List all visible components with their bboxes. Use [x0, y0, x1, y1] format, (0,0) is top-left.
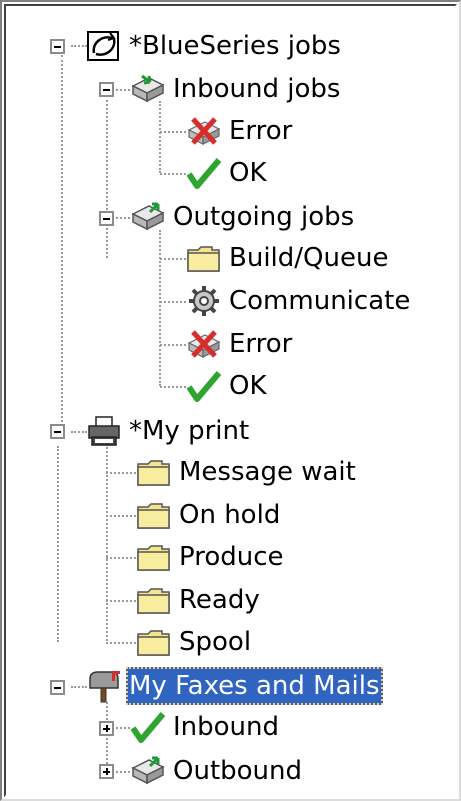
node-label: Error	[229, 116, 293, 146]
collapse-toggle-my-print[interactable]	[50, 424, 65, 439]
inbound-tray-icon	[131, 74, 165, 103]
tree-line	[71, 45, 87, 47]
node-label-selected: My Faxes and Mails	[126, 667, 383, 705]
outbound-tray-icon	[131, 756, 165, 785]
collapse-toggle-outgoing-jobs[interactable]	[99, 211, 114, 226]
expand-toggle-fm-outbound[interactable]	[99, 764, 114, 779]
node-label: OK	[229, 371, 267, 401]
node-label: On hold	[179, 500, 281, 530]
tree-line	[116, 727, 130, 729]
tree-line	[160, 344, 186, 346]
tree-line	[116, 771, 130, 773]
node-label: Inbound jobs	[173, 74, 341, 104]
printer-icon	[88, 416, 120, 446]
folder-icon	[137, 545, 170, 571]
mailbox-icon	[89, 671, 120, 703]
blueseries-icon	[87, 31, 119, 61]
tree-line	[57, 446, 59, 642]
tree-line	[106, 702, 108, 772]
tree-line	[160, 131, 186, 133]
collapse-toggle-inbound-jobs[interactable]	[99, 82, 114, 97]
tree-line	[159, 101, 161, 173]
tree-line	[61, 55, 63, 430]
checkmark-icon	[186, 371, 222, 402]
expand-toggle-fm-inbound[interactable]	[99, 721, 114, 736]
node-label: *BlueSeries jobs	[129, 31, 341, 61]
tree-line	[106, 95, 108, 258]
tree-line	[106, 642, 136, 644]
node-label: Message wait	[179, 457, 356, 487]
tree-line	[106, 515, 136, 517]
collapse-toggle-blueseries[interactable]	[50, 39, 65, 54]
tree-line	[159, 230, 161, 386]
tree-line	[106, 472, 136, 474]
node-label: Outgoing jobs	[173, 202, 355, 232]
node-label: OK	[229, 158, 267, 188]
error-x-icon	[187, 330, 221, 358]
node-label: *My print	[129, 416, 250, 446]
checkmark-icon	[130, 712, 166, 743]
tree-line	[106, 444, 108, 641]
folder-icon	[137, 630, 170, 656]
tree-line	[160, 386, 186, 388]
collapse-toggle-faxes-mails[interactable]	[50, 680, 65, 695]
folder-icon	[137, 503, 170, 529]
node-label: Ready	[179, 585, 260, 615]
node-label: Spool	[179, 627, 252, 657]
node-label: Outbound	[173, 756, 303, 786]
tree-line	[160, 301, 186, 303]
tree-line	[106, 557, 136, 559]
node-label: Produce	[179, 542, 284, 572]
tree-line	[106, 600, 136, 602]
tree-line	[160, 173, 186, 175]
tree-line	[116, 217, 130, 219]
error-x-icon	[187, 117, 221, 145]
folder-icon	[137, 588, 170, 614]
node-label: Communicate	[229, 286, 411, 316]
outbound-tray-icon	[131, 202, 165, 231]
checkmark-icon	[186, 158, 222, 189]
node-label: Build/Queue	[229, 243, 389, 273]
node-label: Error	[229, 329, 293, 359]
tree-line	[71, 686, 87, 688]
tree-line	[116, 89, 130, 91]
tree-line	[160, 258, 186, 260]
node-label: Inbound	[173, 712, 280, 742]
folder-icon	[137, 460, 170, 486]
tree-view[interactable]: *BlueSeries jobs Inbound jobs Error OK O…	[0, 0, 461, 801]
gear-icon	[189, 286, 219, 316]
tree-line	[71, 431, 87, 433]
folder-icon	[187, 246, 220, 272]
